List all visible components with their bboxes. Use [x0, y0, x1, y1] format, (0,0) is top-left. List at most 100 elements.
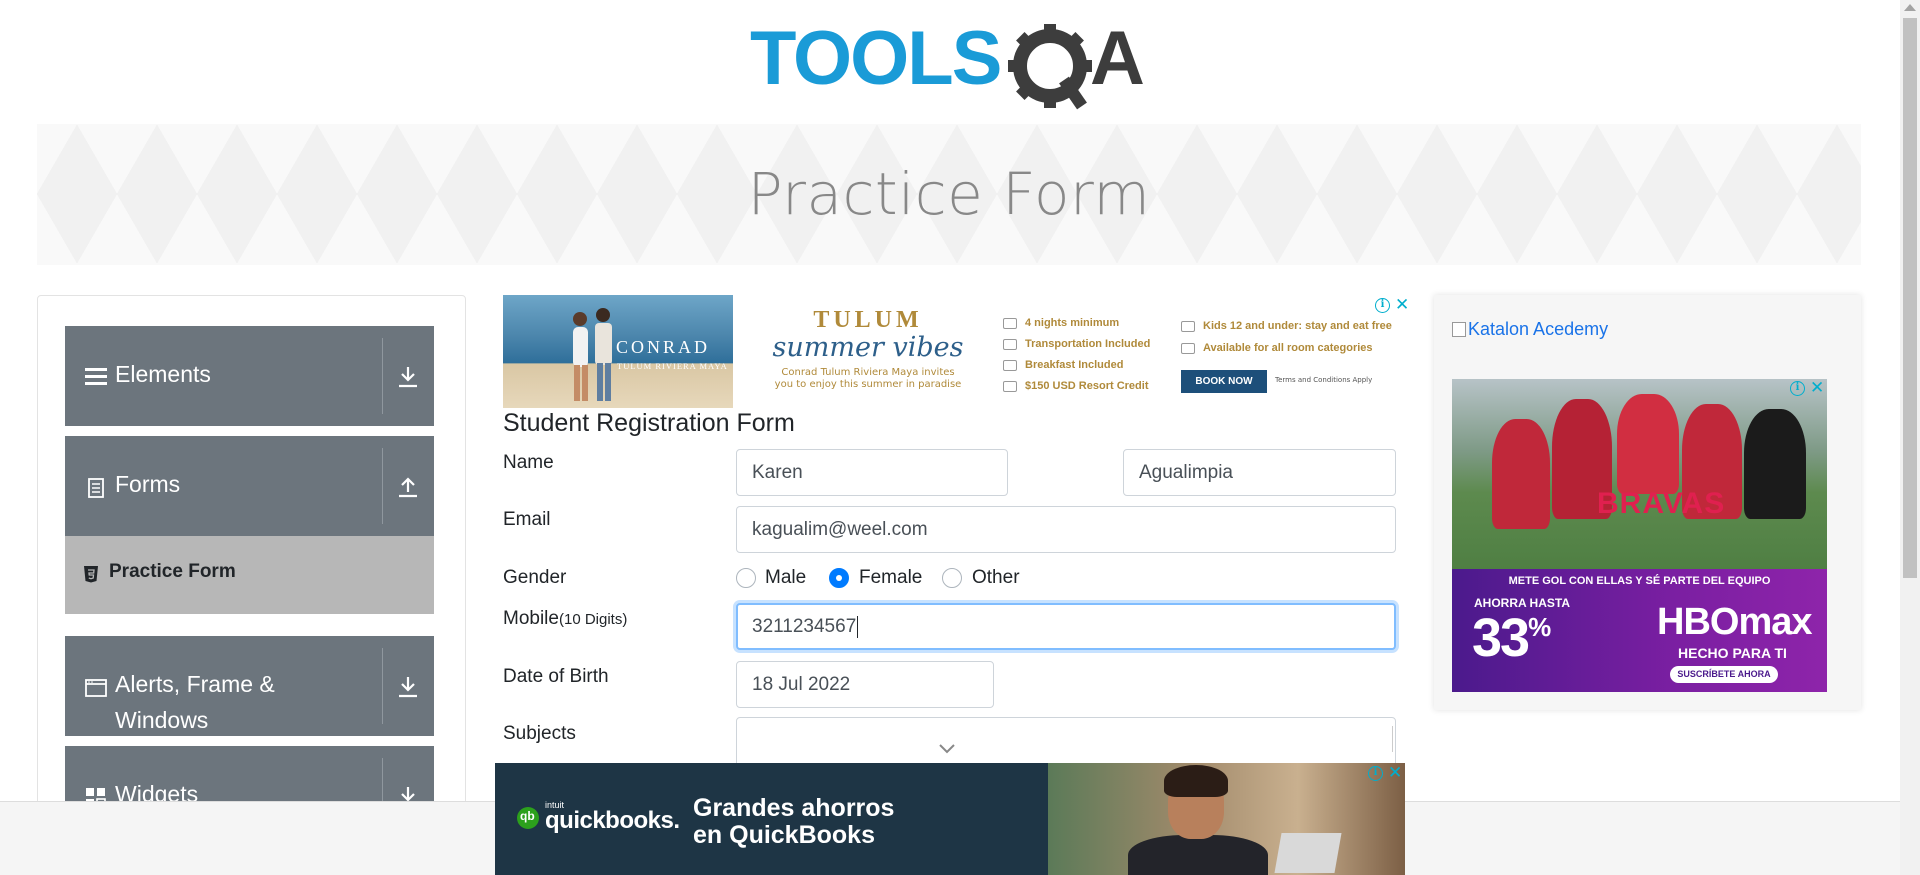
ad-beach-photo: CONRAD TULUM RIVIERA MAYA [503, 295, 733, 408]
mobile-hint: (10 Digits) [558, 611, 628, 628]
player-figure [1617, 394, 1679, 494]
gender-option-label[interactable]: Other [972, 567, 1020, 589]
date-of-birth-input[interactable]: 18 Jul 2022 [736, 661, 994, 708]
player-figure [1744, 409, 1806, 519]
gender-label: Gender [503, 567, 567, 588]
window-icon [85, 679, 107, 697]
gender-option-label[interactable]: Male [765, 567, 806, 589]
ad-choices[interactable]: i ✕ [1790, 378, 1824, 398]
logo-text-tools: TOOLS [750, 18, 1000, 101]
name-label: Name [503, 452, 554, 473]
ad-terms: Terms and Conditions Apply [1275, 376, 1373, 384]
document-icon [88, 478, 104, 498]
sidebar-group-label: Forms [115, 471, 181, 497]
room-icon [1181, 342, 1195, 354]
subscribe-button[interactable]: SUSCRÍBETE AHORA [1670, 666, 1778, 683]
player-figure [1492, 419, 1550, 529]
gender-radio-male[interactable] [736, 568, 756, 588]
ad-feature: $150 USD Resort Credit [1003, 380, 1149, 392]
sidebar-divider [382, 648, 383, 724]
mobile-input[interactable]: 3211234567 [736, 603, 1396, 650]
sidebar-divider [382, 338, 383, 414]
download-icon[interactable] [395, 674, 421, 700]
download-icon[interactable] [395, 364, 421, 390]
dob-label: Date of Birth [503, 666, 609, 687]
kids-icon [1181, 320, 1195, 332]
ad-sidebar-right: Katalon Acedemy BRAVAS METE GOL CON ELLA… [1434, 295, 1861, 710]
ad-choices[interactable]: i ✕ [1368, 763, 1402, 783]
sidebar-item-practice-form[interactable]: Practice Form [65, 536, 434, 614]
info-icon[interactable]: i [1368, 766, 1383, 781]
ad-show-title: BRAVAS [1597, 487, 1726, 520]
close-icon[interactable]: ✕ [1388, 763, 1402, 783]
credit-icon [1003, 380, 1017, 392]
ad-choices[interactable]: i ✕ [1375, 295, 1409, 315]
sidebar-divider [382, 448, 383, 524]
email-label: Email [503, 509, 551, 530]
ad-tagline-2: you to enjoy this summer in paradise [774, 379, 962, 390]
person-body [1128, 835, 1268, 875]
sidebar-group-elements[interactable]: Elements [65, 326, 434, 426]
sidebar-group-label-line2: Windows [115, 707, 209, 733]
form-title: Student Registration Form [503, 409, 795, 437]
hamburger-icon [85, 368, 107, 385]
page-banner: Practice Form [37, 124, 1861, 265]
ad-meta: METE GOL CON ELLAS Y SÉ PARTE DEL EQUIPO [1508, 575, 1771, 587]
gender-option-label[interactable]: Female [859, 567, 922, 589]
gender-radio-other[interactable] [942, 568, 962, 588]
scrollbar-thumb[interactable] [1903, 18, 1917, 578]
sidebar-group-alerts[interactable]: Alerts, Frame & Windows [65, 636, 434, 736]
subjects-label: Subjects [503, 723, 576, 744]
ad-banner-top[interactable]: CONRAD TULUM RIVIERA MAYA TULUM summer v… [503, 295, 1413, 408]
laptop-image [1274, 833, 1342, 873]
close-icon[interactable]: ✕ [1810, 378, 1824, 398]
ad-percent: 33% [1472, 608, 1551, 668]
close-icon[interactable]: ✕ [1395, 295, 1409, 315]
toolsqa-logo[interactable]: TOOLS A [750, 18, 1155, 114]
first-name-input[interactable]: Karen [736, 449, 1008, 496]
gear-icon [1008, 24, 1092, 110]
ad-feature: Available for all room categories [1181, 342, 1373, 354]
ad-tagline-1: Conrad Tulum Riviera Maya invites [781, 367, 955, 378]
text-cursor [857, 615, 859, 638]
chevron-down-icon[interactable] [938, 743, 956, 755]
ad-feature: Breakfast Included [1003, 359, 1123, 371]
scroll-up-arrow-icon[interactable] [1904, 4, 1916, 11]
ad-banner-bottom[interactable]: intuit quickbooks. Grandes ahorrosen Qui… [495, 763, 1405, 875]
upload-icon[interactable] [395, 474, 421, 500]
subjects-separator [1392, 726, 1393, 752]
last-name-input[interactable]: Agualimpia [1123, 449, 1396, 496]
sidebar-group-forms[interactable]: Forms [65, 436, 434, 536]
ad-feature: Transportation Included [1003, 338, 1150, 350]
ad-headline: TULUM [813, 307, 923, 333]
info-icon[interactable]: i [1375, 298, 1390, 313]
ad-book-now-button[interactable]: BOOK NOW [1181, 370, 1267, 393]
sidebar-group-label: Elements [115, 361, 211, 387]
ad-brand: CONRAD [616, 337, 711, 357]
ad-feature: 4 nights minimum [1003, 317, 1119, 329]
broken-image-icon [1452, 322, 1466, 337]
page-title: Practice Form [747, 160, 1151, 228]
html5-icon [84, 566, 98, 583]
katalon-link[interactable]: Katalon Acedemy [1452, 319, 1608, 340]
ad-tagline: HECHO PARA TI [1678, 645, 1787, 661]
quickbooks-logo-icon [517, 807, 539, 829]
gender-radio-female[interactable] [829, 568, 849, 588]
mobile-label: Mobile(10 Digits) [503, 608, 628, 629]
sidebar-item-label: Practice Form [109, 561, 236, 582]
breakfast-icon [1003, 359, 1017, 371]
info-icon[interactable]: i [1790, 381, 1805, 396]
ad-person-photo [1048, 763, 1405, 875]
ad-headline: Grandes ahorros en QuickBooks [693, 794, 895, 849]
bed-icon [1003, 317, 1017, 329]
hbo-ad[interactable]: BRAVAS METE GOL CON ELLAS Y SÉ PARTE DEL… [1452, 379, 1827, 692]
page: TOOLS A Practice Form Elements Forms Pra… [0, 0, 1920, 875]
ad-script: summer vibes [772, 332, 964, 363]
email-input[interactable]: kagualim@weel.com [736, 506, 1396, 553]
logo-text-a: A [1090, 18, 1145, 101]
person-hair [1164, 765, 1228, 797]
hbomax-logo: HBOmax [1657, 601, 1812, 643]
ad-headline-block: TULUM summer vibes Conrad Tulum Riviera … [763, 307, 973, 391]
ad-brand-sub: TULUM RIVIERA MAYA [617, 361, 728, 371]
sidebar-group-label: Alerts, Frame & [115, 671, 275, 697]
